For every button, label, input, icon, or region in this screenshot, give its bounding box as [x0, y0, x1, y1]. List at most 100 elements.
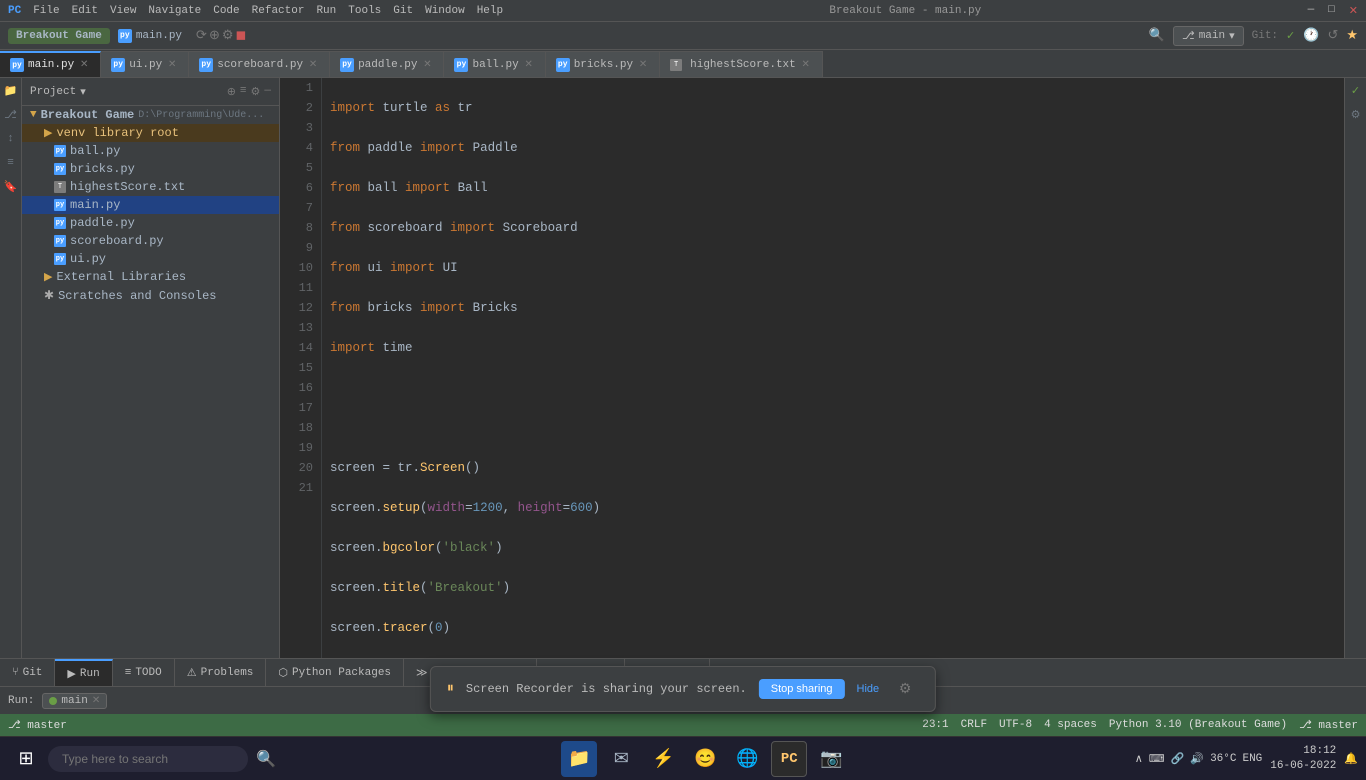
tab-todo[interactable]: ≡ TODO	[113, 659, 175, 686]
tab-close-ui[interactable]: ✕	[166, 59, 178, 71]
menu-view[interactable]: View	[110, 5, 136, 17]
tab-problems[interactable]: ⚠ Problems	[175, 659, 267, 686]
tree-scratches[interactable]: ✱ Scratches and Consoles	[22, 286, 279, 305]
system-clock[interactable]: 18:12 16-06-2022	[1270, 744, 1336, 773]
tab-scoreboard-py[interactable]: py scoreboard.py ✕	[189, 51, 330, 77]
menu-edit[interactable]: Edit	[72, 5, 98, 17]
run-process-badge[interactable]: main ✕	[42, 693, 107, 709]
tab-main-py[interactable]: py main.py ✕	[0, 51, 101, 77]
branch-selector[interactable]: ⎇ main ▾	[1173, 26, 1244, 46]
tree-locate-icon[interactable]: ⊕	[227, 85, 236, 99]
tab-paddle-py[interactable]: py paddle.py ✕	[330, 51, 444, 77]
tray-notification-icon[interactable]: 🔔	[1344, 752, 1358, 766]
tree-expand-icon[interactable]: ≡	[240, 85, 247, 99]
tab-bricks-py[interactable]: py bricks.py ✕	[546, 51, 660, 77]
minimize-button[interactable]: —	[1308, 4, 1315, 18]
run-close-icon[interactable]: ✕	[92, 695, 100, 707]
menu-window[interactable]: Window	[425, 5, 465, 17]
sidebar-bookmarks-icon[interactable]: 🔖	[2, 178, 20, 196]
taskbar-app-lightning[interactable]: ⚡	[645, 741, 681, 777]
stop-sharing-button[interactable]: Stop sharing	[759, 679, 845, 699]
tab-python-packages[interactable]: ⬡ Python Packages	[266, 659, 404, 686]
pc-icon[interactable]: PC	[8, 5, 21, 17]
code-area[interactable]: 12345 678910 1112131415 1617181920 21 im…	[280, 78, 1344, 658]
tree-file-highestscore[interactable]: T highestScore.txt	[22, 178, 279, 196]
tree-file-scoreboard[interactable]: py scoreboard.py	[22, 232, 279, 250]
tray-language[interactable]: ENG	[1242, 753, 1262, 765]
tab-run[interactable]: ▶ Run	[55, 659, 112, 686]
python-version[interactable]: Python 3.10 (Breakout Game)	[1109, 719, 1287, 731]
tab-label-ball: ball.py	[472, 59, 518, 71]
code-editor[interactable]: import turtle as tr from paddle import P…	[322, 78, 1344, 658]
tree-settings-icon[interactable]: ⚙	[251, 85, 261, 99]
tree-file-main[interactable]: py main.py	[22, 196, 279, 214]
toolbar-sync-icon[interactable]: ⟳	[196, 28, 207, 43]
close-button[interactable]: ✕	[1349, 4, 1358, 18]
taskbar-app-emoji[interactable]: 😊	[687, 741, 723, 777]
banner-settings-icon[interactable]: ⚙	[891, 675, 919, 703]
tray-keyboard-icon[interactable]: ⌨	[1149, 752, 1165, 766]
tree-root-folder[interactable]: ▼ Breakout Game D:\Programming\Ude...	[22, 106, 279, 124]
tray-volume-icon[interactable]: 🔊	[1190, 752, 1204, 766]
maximize-button[interactable]: □	[1328, 4, 1335, 18]
tab-close-ball[interactable]: ✕	[523, 59, 535, 71]
search-icon-taskbar[interactable]: 🔍	[256, 749, 276, 769]
tray-network-icon[interactable]: 🔗	[1171, 752, 1185, 766]
sidebar-commit-icon[interactable]: ⎇	[2, 106, 20, 124]
tree-file-bricks[interactable]: py bricks.py	[22, 160, 279, 178]
tree-collapse-icon[interactable]: —	[264, 85, 271, 99]
tree-venv-folder[interactable]: ▶ venv library root	[22, 124, 279, 142]
tray-chevron-icon[interactable]: ∧	[1135, 752, 1143, 766]
indent-setting[interactable]: 4 spaces	[1044, 719, 1097, 731]
toolbar-build-icon[interactable]: ⚙	[222, 28, 234, 43]
tree-file-paddle[interactable]: py paddle.py	[22, 214, 279, 232]
toolbar-add-icon[interactable]: ⊕	[209, 28, 220, 43]
menu-navigate[interactable]: Navigate	[148, 5, 201, 17]
file-icon-paddle: py	[54, 217, 66, 229]
active-file-tab[interactable]: py main.py	[118, 29, 182, 43]
toolbar-clock-icon[interactable]: 🕐	[1303, 28, 1319, 43]
menu-run[interactable]: Run	[316, 5, 336, 17]
project-badge[interactable]: Breakout Game	[8, 28, 110, 44]
right-sidebar-check-icon[interactable]: ✓	[1347, 82, 1365, 100]
taskbar-app-pycharm[interactable]: PC	[771, 741, 807, 777]
tab-label-ui: ui.py	[129, 59, 162, 71]
tab-ui-py[interactable]: py ui.py ✕	[101, 51, 189, 77]
start-button[interactable]: ⊞	[8, 741, 44, 777]
tab-close-highestscore[interactable]: ✕	[800, 59, 812, 71]
menu-file[interactable]: File	[33, 5, 59, 17]
taskbar-app-explorer[interactable]: 📁	[561, 741, 597, 777]
toolbar-undo-icon[interactable]: ↺	[1327, 28, 1338, 43]
menu-tools[interactable]: Tools	[348, 5, 381, 17]
menu-help[interactable]: Help	[477, 5, 503, 17]
search-icon[interactable]: 🔍	[1149, 28, 1165, 43]
right-sidebar: ✓ ⚙	[1344, 78, 1366, 658]
tab-highestscore[interactable]: T highestScore.txt ✕	[660, 51, 823, 77]
tree-file-ui[interactable]: py ui.py	[22, 250, 279, 268]
sidebar-pullrequest-icon[interactable]: ↕	[2, 130, 20, 148]
encoding[interactable]: UTF-8	[999, 719, 1032, 731]
toolbar-star-icon[interactable]: ★	[1346, 28, 1358, 43]
toolbar-stop-icon[interactable]: ◼	[236, 28, 247, 43]
tab-close-paddle[interactable]: ✕	[421, 59, 433, 71]
menu-code[interactable]: Code	[213, 5, 239, 17]
tab-ball-py[interactable]: py ball.py ✕	[444, 51, 545, 77]
tab-close-scoreboard[interactable]: ✕	[307, 59, 319, 71]
taskbar-app-camera[interactable]: 📷	[813, 741, 849, 777]
menu-git[interactable]: Git	[393, 5, 413, 17]
tree-file-ball[interactable]: py ball.py	[22, 142, 279, 160]
taskbar-app-mail[interactable]: ✉	[603, 741, 639, 777]
tab-git[interactable]: ⑂ Git	[0, 659, 55, 686]
taskbar-app-edge[interactable]: 🌐	[729, 741, 765, 777]
hide-button[interactable]: Hide	[857, 683, 880, 695]
right-sidebar-settings-icon[interactable]: ⚙	[1347, 106, 1365, 124]
git-branch-status[interactable]: ⎇ master	[8, 718, 67, 732]
tab-close-bricks[interactable]: ✕	[637, 59, 649, 71]
tab-close-main[interactable]: ✕	[78, 59, 90, 71]
tree-dropdown-icon[interactable]: ▾	[80, 85, 86, 99]
sidebar-structure-icon[interactable]: ≡	[2, 154, 20, 172]
line-ending[interactable]: CRLF	[961, 719, 987, 731]
menu-refactor[interactable]: Refactor	[252, 5, 305, 17]
sidebar-project-icon[interactable]: 📁	[2, 82, 20, 100]
tree-external-libs[interactable]: ▶ External Libraries	[22, 268, 279, 286]
